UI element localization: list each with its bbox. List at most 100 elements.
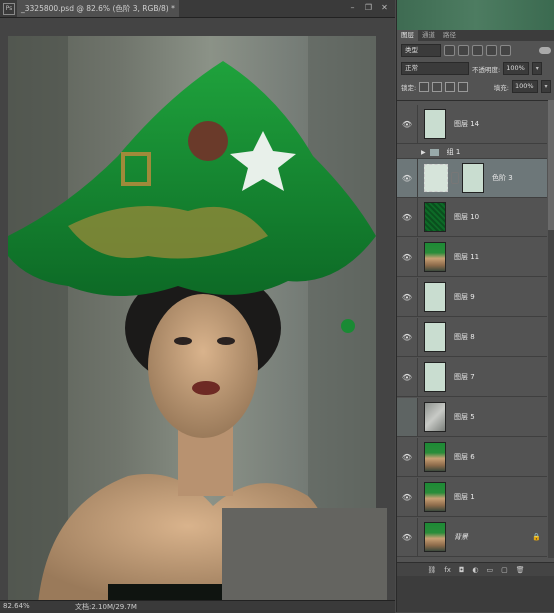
layer-thumbnail [424,362,446,392]
eye-icon[interactable]: 👁 [397,318,418,356]
link-icon[interactable]: ⛓ [427,566,436,574]
levels-adjustment-thumbnail [424,164,448,192]
layer-row[interactable]: 👁 图层 8 [397,318,547,357]
layer-thumbnail [424,202,446,232]
link-icon [451,172,459,184]
eye-icon[interactable] [397,398,418,436]
eye-icon[interactable]: 👁 [397,478,418,516]
layer-row-selected[interactable]: 👁 色阶 3 [397,159,547,198]
opacity-label: 不透明度: [472,65,501,74]
close-button[interactable]: ✕ [378,2,391,14]
layer-row[interactable]: 👁 图层 6 [397,438,547,477]
layer-name: 图层 11 [454,253,480,261]
layer-row[interactable]: 图层 5 [397,398,547,437]
chevron-right-icon[interactable]: ▶ [421,149,426,156]
layer-name: 图层 8 [454,333,475,341]
panel-header-strip [397,0,554,30]
canvas-area [0,18,395,606]
layer-row[interactable]: 👁 图层 14 [397,105,547,144]
layer-thumbnail [424,109,446,139]
layer-filter-row: 类型 [401,43,551,57]
eye-icon[interactable]: 👁 [397,278,418,316]
layer-name: 图层 7 [454,373,475,381]
layer-row-background[interactable]: 👁 背景 🔒 [397,518,547,557]
eye-icon[interactable]: 👁 [397,105,418,143]
layer-mask-thumbnail [462,163,484,193]
lock-transparent-icon[interactable] [419,81,430,92]
fx-icon[interactable]: fx [444,566,451,574]
layer-name: 图层 10 [454,213,480,221]
panel-tabs: 图层 通道 路径 [397,30,554,41]
tab-channels[interactable]: 通道 [418,30,439,41]
lock-all-icon[interactable] [458,81,469,92]
new-layer-icon[interactable]: ▢ [501,566,508,574]
layer-row[interactable]: 👁 图层 11 [397,238,547,277]
eye-icon[interactable]: 👁 [397,358,418,396]
lock-position-icon[interactable] [445,81,456,92]
layer-row[interactable]: 👁 图层 7 [397,358,547,397]
scrollbar-thumb[interactable] [548,100,554,230]
layer-thumbnail [424,522,446,552]
document-tab[interactable]: _3325800.psd @ 82.6% (色阶 3, RGB/8) * [17,0,179,17]
folder-icon[interactable]: ▭ [487,566,494,574]
filter-toggle[interactable] [539,46,551,54]
layer-thumbnail [424,482,446,512]
layer-row[interactable]: 👁 图层 10 [397,198,547,237]
document-tab-bar: Ps _3325800.psd @ 82.6% (色阶 3, RGB/8) * … [0,0,395,18]
fill-label: 填充: [493,83,509,92]
filter-kind-label: 类型 [405,45,418,54]
layer-row[interactable]: 👁 图层 1 [397,478,547,517]
group-row[interactable]: ▶ 组 1 [397,146,547,159]
smart-object-filter-icon[interactable] [500,44,511,56]
layer-list: 👁 图层 14 ▶ 组 1 👁 色阶 3 👁 图层 10 👁 图层 11 👁 图… [397,100,554,559]
layer-name: 图层 5 [454,413,475,421]
opacity-slider-button[interactable]: ▾ [532,62,543,75]
layers-scrollbar[interactable] [548,100,554,558]
shape-filter-icon[interactable] [486,44,497,56]
layer-name: 图层 1 [454,493,475,501]
layer-thumbnail [424,402,446,432]
layer-row[interactable]: 👁 图层 9 [397,278,547,317]
eye-icon[interactable]: 👁 [397,159,418,197]
layer-name: 图层 14 [454,120,480,128]
status-bar: 82.64% 文档:2.10M/29.7M [0,600,395,613]
filter-kind-dropdown[interactable]: 类型 [401,43,441,57]
layer-name: 背景 [454,533,468,541]
lock-label: 锁定: [401,83,417,92]
layer-name: 图层 9 [454,293,475,301]
eye-icon[interactable]: 👁 [397,198,418,236]
adjustment-icon[interactable]: ◐ [472,566,478,574]
lock-pixels-icon[interactable] [432,81,443,92]
overlay-swatch [222,508,387,606]
fill-slider-button[interactable]: ▾ [541,80,551,93]
mask-icon[interactable]: ◘ [459,566,465,574]
fill-input[interactable]: 100% [512,80,538,93]
adjustment-filter-icon[interactable] [458,44,469,56]
eye-icon[interactable]: 👁 [397,518,418,556]
photoshop-icon: Ps [3,3,15,15]
eye-icon[interactable]: 👁 [397,238,418,276]
blend-mode-dropdown[interactable]: 正常 [401,62,469,75]
zoom-readout[interactable]: 82.64% [3,602,30,610]
type-filter-icon[interactable] [472,44,483,56]
opacity-input[interactable]: 100% [503,62,530,75]
restore-button[interactable]: ❐ [362,2,375,14]
layer-name: 图层 6 [454,453,475,461]
pixel-filter-icon[interactable] [444,44,455,56]
window-controls: – ❐ ✕ [346,2,391,14]
layer-thumbnail [424,282,446,312]
blend-row: 正常 不透明度: 100% ▾ [401,62,551,75]
document-info[interactable]: 文档:2.10M/29.7M [75,602,137,612]
layer-thumbnail [424,242,446,272]
eye-icon[interactable]: 👁 [397,438,418,476]
lock-icon: 🔒 [532,533,541,541]
layer-thumbnail [424,442,446,472]
layers-panel: 图层 通道 路径 类型 正常 不透明度: 100% ▾ 锁定: 填充: 100%… [396,0,554,612]
minimize-button[interactable]: – [346,2,359,14]
trash-icon[interactable]: 🗑 [516,566,525,574]
folder-icon [429,148,439,156]
tab-layers[interactable]: 图层 [397,30,418,41]
group-name: 组 1 [446,148,461,156]
layer-name: 色阶 3 [492,174,513,182]
tab-paths[interactable]: 路径 [439,30,460,41]
